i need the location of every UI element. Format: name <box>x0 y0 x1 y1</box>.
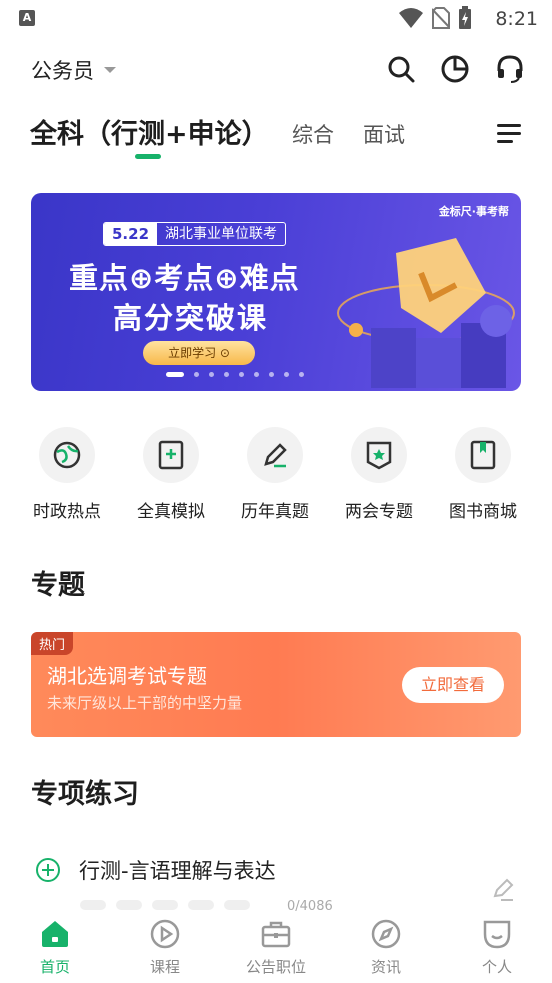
quick-entries: 时政热点 全真模拟 历年真题 两会专题 图书商城 <box>0 427 552 527</box>
section-title-topics: 专题 <box>31 570 85 601</box>
nav-label: 首页 <box>39 958 70 976</box>
banner-tag: 湖北事业单位联考 <box>165 226 278 242</box>
nav-label: 公告职位 <box>245 958 306 976</box>
tab-interview[interactable]: 面试 <box>363 119 405 149</box>
banner-learn-button[interactable]: 立即学习 ⊙ <box>143 341 255 365</box>
pencil-icon <box>264 443 287 468</box>
nav-label: 课程 <box>149 958 180 976</box>
wifi-icon <box>399 8 423 28</box>
view-now-button[interactable]: 立即查看 <box>402 667 504 703</box>
edit-icon[interactable] <box>491 876 517 902</box>
home-icon <box>42 921 68 947</box>
promo-banner[interactable]: 金标尺·事考帮 5.22 湖北事业单位联考 重点⊕考点⊕难点 高分突破课 立即学… <box>31 193 521 391</box>
nav-label: 个人 <box>481 958 512 976</box>
active-tab-indicator <box>135 154 161 159</box>
pagination-dot[interactable] <box>224 372 229 377</box>
battery-charging-icon <box>459 6 471 29</box>
caret-down-icon <box>104 67 116 73</box>
pagination-dot[interactable] <box>239 372 244 377</box>
exam-type-selector[interactable]: 公务员 <box>31 55 116 85</box>
banner-illustration <box>337 238 515 388</box>
quick-entry-label: 两会专题 <box>345 502 413 522</box>
banner-date-tag: 5.22 湖北事业单位联考 <box>103 222 287 246</box>
topic-subtitle: 未来厅级以上干部的中坚力量 <box>47 694 243 712</box>
quick-entry-two-sessions[interactable]: 两会专题 <box>329 427 429 522</box>
quick-entry-current-affairs[interactable]: 时政热点 <box>17 427 117 522</box>
banner-date: 5.22 <box>104 223 158 245</box>
pagination-dot[interactable] <box>269 372 274 377</box>
tab-comprehensive[interactable]: 综合 <box>292 119 334 149</box>
hot-badge: 热门 <box>31 632 74 655</box>
quick-entry-label: 图书商城 <box>449 502 517 522</box>
nav-label: 资讯 <box>370 958 401 976</box>
exam-paper-icon <box>158 440 184 470</box>
practice-item[interactable]: 行测-言语理解与表达 <box>31 852 521 892</box>
no-sim-icon <box>432 7 450 29</box>
nav-job-notices[interactable]: 公告职位 <box>221 917 331 977</box>
pagination-dot[interactable] <box>299 372 304 377</box>
statistics-pie-icon[interactable] <box>440 54 470 84</box>
practice-item-name: 行测-言语理解与表达 <box>79 859 276 883</box>
quick-entry-label: 时政热点 <box>33 502 101 522</box>
section-title-practice: 专项练习 <box>31 779 139 810</box>
practice-progress <box>80 900 250 910</box>
banner-pagination <box>166 372 304 377</box>
pagination-dot[interactable] <box>254 372 259 377</box>
quick-entry-past-papers[interactable]: 历年真题 <box>225 427 325 522</box>
menu-icon[interactable] <box>497 124 521 148</box>
nav-courses[interactable]: 课程 <box>110 917 220 977</box>
nav-home[interactable]: 首页 <box>0 917 110 977</box>
top-bar: 公务员 <box>0 45 552 93</box>
nav-profile[interactable]: 个人 <box>442 917 552 977</box>
quick-entry-mock-exam[interactable]: 全真模拟 <box>121 427 221 522</box>
exam-type-label: 公务员 <box>31 59 94 83</box>
pagination-dot[interactable] <box>194 372 199 377</box>
compass-icon <box>371 919 401 949</box>
play-circle-icon <box>150 919 180 949</box>
star-badge-icon <box>366 441 392 470</box>
customer-service-icon[interactable] <box>495 54 525 84</box>
tab-all-subjects[interactable]: 全科（行测+申论） <box>30 112 269 151</box>
globe-icon <box>53 441 81 469</box>
banner-headline: 重点⊕考点⊕难点 <box>69 261 300 295</box>
expand-plus-icon[interactable] <box>36 858 60 882</box>
clock: 8:21 <box>495 8 538 30</box>
pagination-dot[interactable] <box>284 372 289 377</box>
banner-brand: 金标尺·事考帮 <box>438 205 509 218</box>
status-bar: A 8:21 <box>0 0 552 38</box>
pagination-dot[interactable] <box>166 372 184 377</box>
subject-tabs: 全科（行测+申论） 综合 面试 <box>0 110 552 165</box>
briefcase-icon <box>261 921 291 948</box>
nav-news[interactable]: 资讯 <box>331 917 441 977</box>
profile-face-icon <box>483 920 511 949</box>
topic-card[interactable]: 热门 湖北选调考试专题 未来厅级以上干部的中坚力量 立即查看 <box>31 632 521 737</box>
quick-entry-label: 历年真题 <box>241 502 309 522</box>
book-icon <box>470 440 496 470</box>
quick-entry-bookstore[interactable]: 图书商城 <box>433 427 533 522</box>
pagination-dot[interactable] <box>209 372 214 377</box>
banner-subheadline: 高分突破课 <box>113 301 269 335</box>
quick-entry-label: 全真模拟 <box>137 502 205 522</box>
accessibility-icon: A <box>19 10 35 26</box>
search-icon[interactable] <box>386 54 416 84</box>
topic-title: 湖北选调考试专题 <box>47 664 207 688</box>
bottom-nav: 首页 课程 公告职位 资讯 个人 <box>0 911 552 983</box>
